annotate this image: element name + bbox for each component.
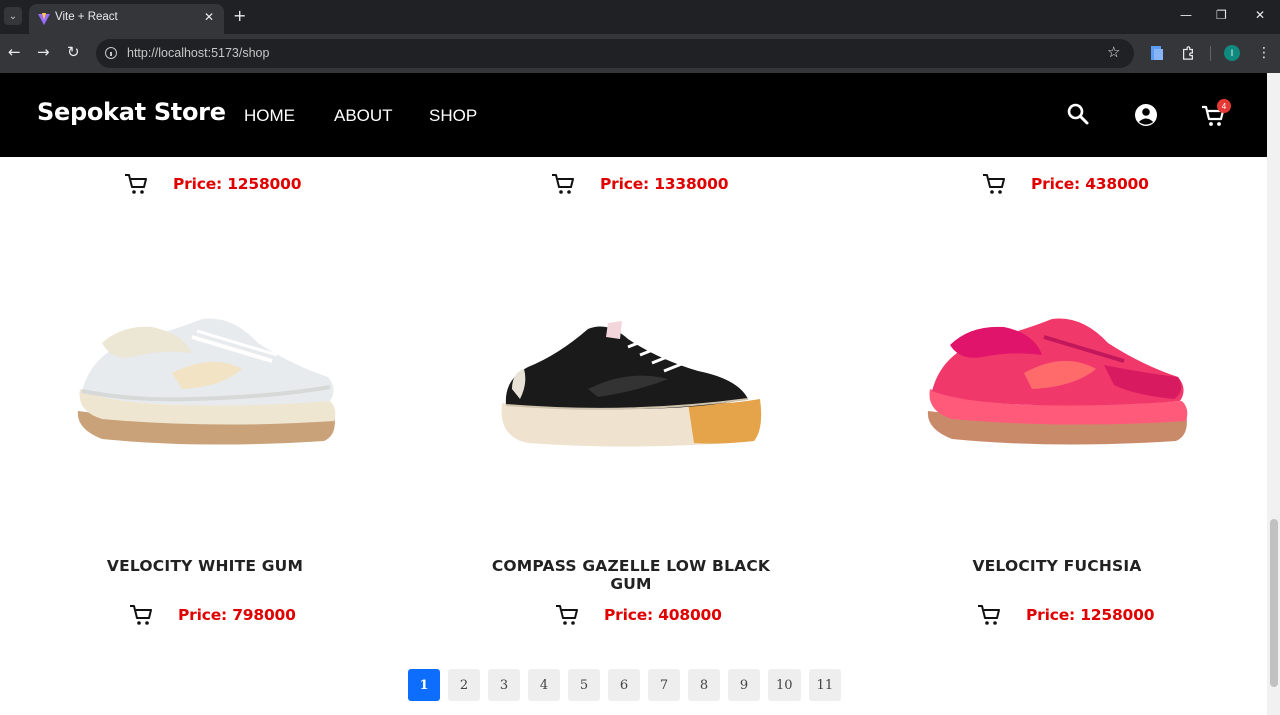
page-button-9[interactable]: 9 bbox=[728, 669, 760, 701]
extension-doc-icon[interactable] bbox=[1150, 45, 1164, 61]
product-price-row: Price: 438000 bbox=[982, 171, 1149, 197]
user-account-icon[interactable] bbox=[1134, 103, 1158, 127]
page-viewport: Price: 1258000 Price: 1338000 Price: 438… bbox=[0, 73, 1267, 715]
url-text: http://localhost:5173/shop bbox=[127, 46, 270, 60]
nav-shop[interactable]: SHOP bbox=[429, 106, 477, 126]
page-button-2[interactable]: 2 bbox=[448, 669, 480, 701]
forward-icon[interactable]: → bbox=[37, 43, 50, 61]
restore-icon[interactable]: ❐ bbox=[1216, 8, 1227, 22]
browser-menu-icon[interactable]: ⋮ bbox=[1257, 44, 1271, 62]
site-info-icon[interactable] bbox=[105, 47, 117, 59]
page-button-7[interactable]: 7 bbox=[648, 669, 680, 701]
minimize-icon[interactable]: — bbox=[1180, 8, 1192, 22]
window-close-icon[interactable]: ✕ bbox=[1255, 8, 1265, 22]
page-button-4[interactable]: 4 bbox=[528, 669, 560, 701]
product-image-velocity-white-gum[interactable] bbox=[72, 313, 338, 453]
product-image-velocity-fuchsia[interactable] bbox=[924, 315, 1190, 451]
extensions-puzzle-icon[interactable] bbox=[1181, 45, 1195, 61]
browser-tab[interactable]: Vite + React ✕ bbox=[29, 4, 224, 34]
page-button-10[interactable]: 10 bbox=[768, 669, 801, 701]
search-icon[interactable] bbox=[1066, 102, 1090, 126]
product-price: Price: 798000 bbox=[178, 606, 296, 624]
nav-home[interactable]: HOME bbox=[244, 106, 295, 126]
site-logo[interactable]: Sepokat Store bbox=[37, 98, 226, 126]
reload-icon[interactable]: ↻ bbox=[67, 43, 80, 61]
product-price-row: Price: 798000 bbox=[129, 602, 296, 628]
site-header: Sepokat Store HOME ABOUT SHOP 4 bbox=[0, 73, 1267, 157]
back-icon[interactable]: ← bbox=[8, 43, 21, 61]
page-button-6[interactable]: 6 bbox=[608, 669, 640, 701]
scrollbar-thumb[interactable] bbox=[1270, 519, 1278, 687]
tab-title: Vite + React bbox=[55, 11, 118, 23]
address-bar[interactable]: http://localhost:5173/shop ☆ bbox=[96, 39, 1134, 68]
page-button-11[interactable]: 11 bbox=[808, 669, 842, 701]
page-scrollbar[interactable] bbox=[1267, 73, 1280, 715]
browser-tab-bar: ⌄ Vite + React ✕ + — ❐ ✕ bbox=[0, 0, 1280, 34]
add-to-cart-icon[interactable] bbox=[551, 173, 575, 195]
product-name[interactable]: COMPASS GAZELLE LOW BLACK GUM bbox=[470, 557, 792, 593]
product-price: Price: 1258000 bbox=[1026, 606, 1155, 624]
pagination: 1 2 3 4 5 6 7 8 9 10 11 bbox=[408, 669, 842, 701]
page-button-1[interactable]: 1 bbox=[408, 669, 440, 701]
add-to-cart-icon[interactable] bbox=[977, 604, 1001, 626]
add-to-cart-icon[interactable] bbox=[124, 173, 148, 195]
product-price-row: Price: 1258000 bbox=[124, 171, 302, 197]
cart-count-badge: 4 bbox=[1217, 99, 1231, 113]
product-price-row: Price: 408000 bbox=[555, 602, 722, 628]
page-button-8[interactable]: 8 bbox=[688, 669, 720, 701]
page-button-3[interactable]: 3 bbox=[488, 669, 520, 701]
product-price: Price: 408000 bbox=[604, 606, 722, 624]
add-to-cart-icon[interactable] bbox=[129, 604, 153, 626]
profile-avatar[interactable]: I bbox=[1224, 45, 1240, 61]
add-to-cart-icon[interactable] bbox=[555, 604, 579, 626]
product-price-row: Price: 1338000 bbox=[551, 171, 729, 197]
new-tab-icon[interactable]: + bbox=[233, 7, 246, 25]
vite-favicon-icon bbox=[38, 13, 50, 25]
product-price: Price: 1338000 bbox=[600, 175, 729, 193]
product-name[interactable]: VELOCITY FUCHSIA bbox=[912, 557, 1202, 575]
product-image-compass-gazelle-low-black-gum[interactable] bbox=[498, 319, 764, 451]
add-to-cart-icon[interactable] bbox=[982, 173, 1006, 195]
page-button-5[interactable]: 5 bbox=[568, 669, 600, 701]
product-price: Price: 438000 bbox=[1031, 175, 1149, 193]
browser-toolbar: ← → ↻ http://localhost:5173/shop ☆ I ⋮ bbox=[0, 34, 1280, 73]
product-price: Price: 1258000 bbox=[173, 175, 302, 193]
tab-close-icon[interactable]: ✕ bbox=[204, 10, 214, 24]
product-price-row: Price: 1258000 bbox=[977, 602, 1155, 628]
toolbar-separator bbox=[1210, 46, 1211, 61]
bookmark-star-icon[interactable]: ☆ bbox=[1107, 43, 1120, 61]
nav-about[interactable]: ABOUT bbox=[334, 106, 393, 126]
tab-search-icon[interactable]: ⌄ bbox=[4, 7, 22, 25]
product-name[interactable]: VELOCITY WHITE GUM bbox=[60, 557, 350, 575]
